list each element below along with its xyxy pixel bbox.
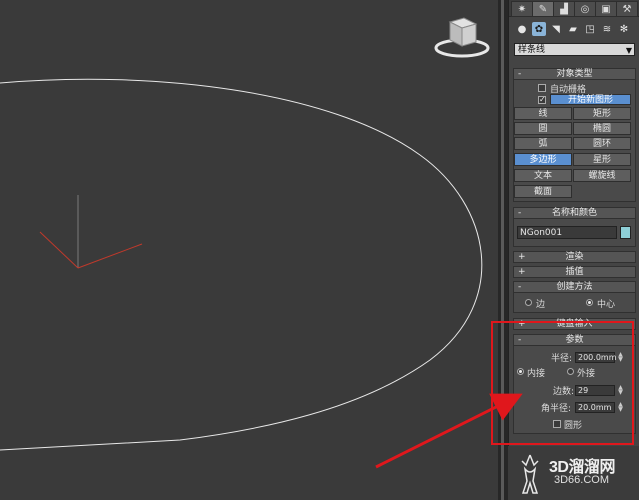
collapse-sign: - xyxy=(518,208,522,218)
edge-radio[interactable] xyxy=(525,299,532,306)
watermark-logo: 3D溜溜网 3D66.COM xyxy=(508,446,639,500)
systems-icon[interactable]: ✻ xyxy=(617,22,631,36)
collapse-sign: - xyxy=(518,282,522,292)
start-new-shape-checkbox[interactable]: ✓ xyxy=(538,96,546,104)
ngon-button[interactable]: 多边形 xyxy=(514,153,572,166)
arc-button[interactable]: 弧 xyxy=(514,137,572,150)
ellipse-button[interactable]: 椭圆 xyxy=(573,122,631,135)
creation-method-header[interactable]: - 创建方法 xyxy=(513,281,636,293)
interpolation-header[interactable]: + 插值 xyxy=(513,266,636,278)
rollout-title: 插值 xyxy=(565,267,584,277)
object-color-swatch[interactable] xyxy=(620,226,631,239)
rollout-title: 对象类型 xyxy=(556,69,593,79)
name-color-header[interactable]: - 名称和颜色 xyxy=(513,207,636,219)
rendering-header[interactable]: + 渲染 xyxy=(513,251,636,263)
expand-sign: + xyxy=(518,267,526,277)
rollout-title: 创建方法 xyxy=(556,282,593,292)
watermark-url: 3D66.COM xyxy=(554,474,610,486)
expand-sign: + xyxy=(518,252,526,262)
sun-icon[interactable]: ✷ xyxy=(511,1,533,17)
line-button[interactable]: 线 xyxy=(514,107,572,120)
viewcube-icon[interactable] xyxy=(432,14,492,64)
world-axis-gizmo xyxy=(39,195,143,269)
rollout-title: 渲染 xyxy=(565,252,584,262)
shape-type-dropdown[interactable]: 样条线 ▼ xyxy=(514,43,635,56)
annotation-arrow-icon xyxy=(375,393,523,469)
circle-button[interactable]: 圆 xyxy=(514,122,572,135)
dropdown-value: 样条线 xyxy=(518,45,546,55)
collapse-sign: - xyxy=(518,69,522,79)
helix-button[interactable]: 螺旋线 xyxy=(573,169,631,182)
geometry-icon[interactable]: ● xyxy=(515,22,529,36)
lights-icon[interactable]: ◥ xyxy=(549,22,563,36)
hierarchy-icon[interactable]: ▟ xyxy=(553,1,575,17)
create-icon[interactable]: ✎ xyxy=(532,1,554,17)
object-type-header[interactable]: - 对象类型 xyxy=(513,68,636,80)
start-new-shape-button[interactable]: 开始新图形 xyxy=(550,94,631,105)
donut-button[interactable]: 圆环 xyxy=(573,137,631,150)
text-button[interactable]: 文本 xyxy=(514,169,572,182)
shapes-icon[interactable]: ✿ xyxy=(532,22,546,36)
category-toolbar: ● ✿ ◥ ▰ ◳ ≋ ✻ xyxy=(509,20,639,40)
center-label: 中心 xyxy=(597,300,616,310)
rectangle-button[interactable]: 矩形 xyxy=(573,107,631,120)
edge-label: 边 xyxy=(536,300,546,310)
motion-icon[interactable]: ◎ xyxy=(574,1,596,17)
center-radio[interactable] xyxy=(586,299,593,306)
command-panel-tabs: ✷ ✎ ▟ ◎ ▣ ⚒ xyxy=(509,0,639,17)
chevron-down-icon: ▼ xyxy=(625,46,632,55)
rollout-title: 名称和颜色 xyxy=(551,208,597,218)
cameras-icon[interactable]: ▰ xyxy=(566,22,580,36)
deer-logo-icon xyxy=(521,454,539,494)
star-button[interactable]: 星形 xyxy=(573,153,631,166)
object-name-input[interactable]: NGon001 xyxy=(517,226,617,239)
utilities-icon[interactable]: ⚒ xyxy=(616,1,638,17)
helpers-icon[interactable]: ◳ xyxy=(583,22,597,36)
spacewarps-icon[interactable]: ≋ xyxy=(600,22,614,36)
section-button[interactable]: 截面 xyxy=(514,185,572,198)
display-icon[interactable]: ▣ xyxy=(595,1,617,17)
autogrid-checkbox[interactable] xyxy=(538,84,546,92)
